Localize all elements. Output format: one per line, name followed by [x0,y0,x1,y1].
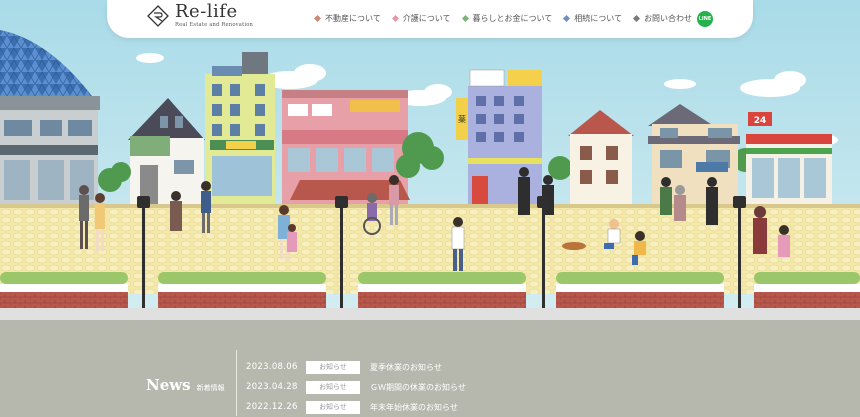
news-category-badge: お知らせ [306,360,360,374]
town-street-scene: 薬 24 [0,0,860,342]
news-item[interactable]: 2023.04.28 お知らせ ＧＷ期間の休業のお知らせ [246,377,466,397]
line-icon[interactable]: LINE [697,11,713,27]
pharmacy-sign: 薬 [458,114,466,124]
nav-label: お問い合わせ [644,14,693,23]
logo-title: Re-life [175,1,238,22]
diamond-bullet-icon [391,14,399,23]
nav-label: 暮らしとお金について [472,14,553,23]
hero-illustration: 薬 24 [0,0,860,342]
news-category-badge: お知らせ [306,380,360,394]
store-24-sign: 24 [754,116,767,126]
news-date: 2023.08.06 [246,362,298,372]
logo-subtitle: Real Estate and Renovation [175,22,254,28]
news-heading: News 新着情報 [146,376,225,394]
main-nav: 不動産について 介護について 暮らしとお金について 相続について お問い合わせ [313,13,704,24]
news-list: 2023.08.06 お知らせ 夏季休業のお知らせ 2023.04.28 お知ら… [246,357,466,417]
nav-label: 不動産について [325,14,381,23]
news-headline[interactable]: 年末年始休業のお知らせ [370,402,458,413]
logo[interactable]: Re-life Real Estate and Renovation [147,3,253,28]
diamond-bullet-icon [313,14,322,23]
nav-label: 介護について [402,14,451,23]
news-item[interactable]: 2022.12.26 お知らせ 年末年始休業のお知らせ [246,397,466,417]
news-title: News [146,376,191,394]
site-header: Re-life Real Estate and Renovation 不動産につ… [107,0,753,38]
news-category-badge: お知らせ [306,400,360,414]
news-divider [236,350,237,416]
news-date: 2022.12.26 [246,402,298,412]
diamond-bullet-icon [461,14,469,23]
nav-contact[interactable]: お問い合わせ [633,13,693,24]
news-headline[interactable]: ＧＷ期間の休業のお知らせ [370,382,466,393]
logo-mark-icon [147,4,169,27]
nav-life-money[interactable]: 暮らしとお金について [461,13,553,24]
news-subtitle: 新着情報 [196,384,225,392]
nav-label: 相続について [574,14,623,23]
nav-care[interactable]: 介護について [391,13,451,24]
diamond-bullet-icon [563,14,571,23]
diamond-bullet-icon [633,14,641,23]
news-item[interactable]: 2023.08.06 お知らせ 夏季休業のお知らせ [246,357,466,377]
nav-inheritance[interactable]: 相続について [563,13,623,24]
news-headline[interactable]: 夏季休業のお知らせ [370,362,442,373]
news-date: 2023.04.28 [246,382,298,392]
nav-real-estate[interactable]: 不動産について [313,13,381,24]
news-section: News 新着情報 2023.08.06 お知らせ 夏季休業のお知らせ 2023… [0,342,860,417]
